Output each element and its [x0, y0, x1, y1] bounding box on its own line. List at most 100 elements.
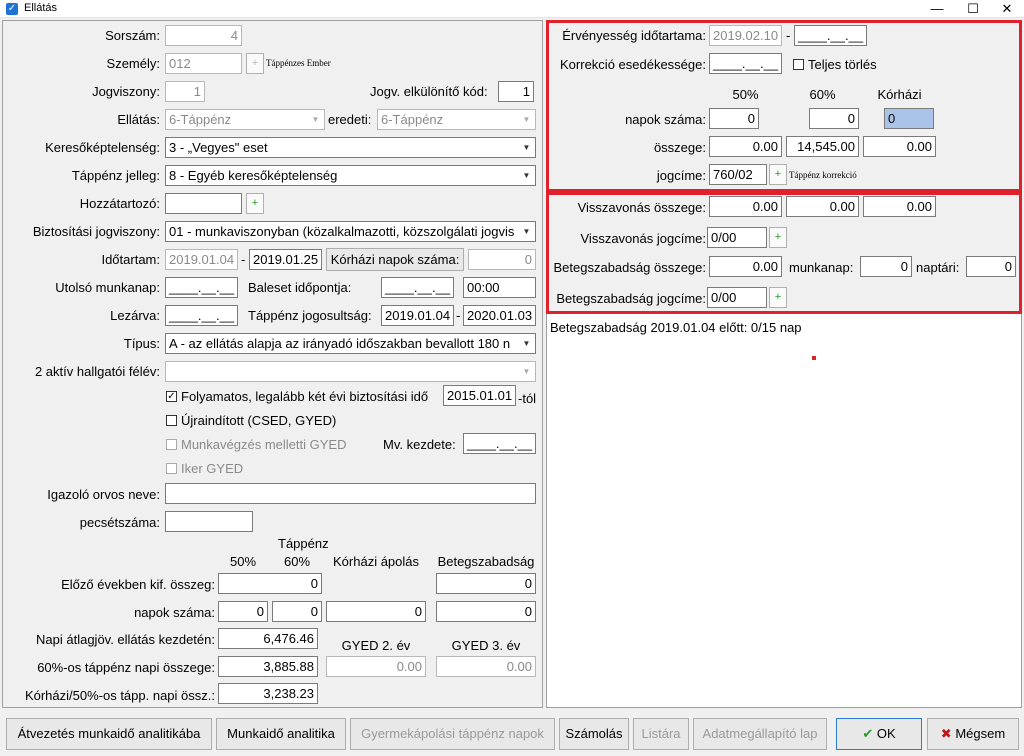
visszavonas-jogcime-field[interactable]: 0/00	[707, 227, 767, 248]
close-button[interactable]: ✕	[990, 0, 1024, 18]
folyamatos-date-field[interactable]: 2015.01.01	[443, 385, 516, 406]
biztositasi-select[interactable]: 01 - munkaviszonyban (közalkalmazotti, k…	[165, 221, 536, 242]
visszavonas-50-field[interactable]: 0.00	[709, 196, 782, 217]
tappenz-jogosultsag-label: Táppénz jogosultság:	[248, 308, 372, 323]
ok-button[interactable]: ✔ OK	[836, 718, 922, 750]
jogv-kod-field[interactable]: 1	[498, 81, 534, 102]
tappenz-jelleg-label: Táppénz jelleg:	[71, 168, 160, 183]
napi-atlag-field[interactable]: 6,476.46	[218, 628, 318, 649]
idotartam-to-field[interactable]: 2019.01.25	[249, 249, 322, 270]
korhazi50-field[interactable]: 3,238.23	[218, 683, 318, 704]
munkavegzes-checkbox[interactable]	[166, 439, 177, 450]
korhazi-napok-button[interactable]: Kórházi napok száma:	[326, 248, 464, 271]
visszavonas-60-field[interactable]: 0.00	[786, 196, 859, 217]
beteg-jogcime-field[interactable]: 0/00	[707, 287, 767, 308]
jogcime-field[interactable]: 760/02	[709, 164, 767, 185]
adatmegallapito-button[interactable]: Adatmegállapító lap	[693, 718, 827, 750]
folyamatos-checkbox[interactable]: ✓	[166, 391, 177, 402]
gyed2-field[interactable]: 0.00	[326, 656, 426, 677]
jogcime-link[interactable]: Táppénz korrekció	[789, 170, 857, 180]
hozzatartozo-field[interactable]	[165, 193, 242, 214]
jogviszony-field[interactable]: 1	[165, 81, 205, 102]
jogcime-lookup-button[interactable]: +	[769, 164, 787, 185]
title-bar: ✓ Ellátás — ☐ ✕	[0, 0, 1024, 18]
utolso-munkanap-label: Utolsó munkanap:	[55, 280, 160, 295]
beteg-jogcime-button[interactable]: +	[769, 287, 787, 308]
baleset-date-field[interactable]: ____.__.__	[381, 277, 454, 298]
ervenyesseg-from-field[interactable]: 2019.02.10	[709, 25, 782, 46]
napok-60-field[interactable]: 0	[272, 601, 322, 622]
szemely-lookup-button[interactable]: +	[246, 53, 264, 74]
visszavonas-korhazi-field[interactable]: 0.00	[863, 196, 936, 217]
baleset-time-field[interactable]: 00:00	[463, 277, 536, 298]
listara-button[interactable]: Listára	[633, 718, 689, 750]
jogosultsag-from-field[interactable]: 2019.01.04	[381, 305, 454, 326]
napok-label-right: napok száma:	[625, 112, 706, 127]
iker-checkbox[interactable]	[166, 463, 177, 474]
idotartam-from-field[interactable]: 2019.01.04	[165, 249, 238, 270]
keresokept-select[interactable]: 3 - „Vegyes" eset ▼	[165, 137, 536, 158]
elozo-beteg-field[interactable]: 0	[436, 573, 536, 594]
beteg-osszege-field[interactable]: 0.00	[709, 256, 782, 277]
teljes-torles-checkbox[interactable]	[793, 59, 804, 70]
betegszabadsag-header: Betegszabadság	[437, 554, 535, 569]
folyamatos-label: Folyamatos, legalább két évi biztosítási…	[181, 389, 429, 404]
ervenyesseg-to-field[interactable]: ____.__.__	[794, 25, 867, 46]
mv-kezdete-field[interactable]: ____.__.__	[463, 433, 536, 454]
tappenz-header: Táppénz	[278, 536, 329, 551]
ellatas-label: Ellátás:	[117, 112, 160, 127]
szemely-link[interactable]: Táppénzes Ember	[266, 58, 331, 68]
szamolas-button[interactable]: Számolás	[559, 718, 629, 750]
ellatas-select[interactable]: 6-Táppénz ▼	[165, 109, 325, 130]
ujrainditott-checkbox[interactable]	[166, 415, 177, 426]
sorszam-field[interactable]: 4	[165, 25, 242, 46]
checkmark-icon: ✔	[862, 726, 874, 741]
idotartam-separator: -	[241, 252, 246, 267]
napok-50-field[interactable]: 0	[218, 601, 268, 622]
jogcime-label: jogcíme:	[656, 168, 706, 183]
igazolo-field[interactable]	[165, 483, 536, 504]
jogosultsag-to-field[interactable]: 2020.01.03	[463, 305, 536, 326]
korrekcio-field[interactable]: ____.__.__	[709, 53, 782, 74]
munkavegzes-label: Munkavégzés melletti GYED	[181, 437, 347, 452]
gyermekapolasi-button[interactable]: Gyermekápolási táppénz napok	[350, 718, 555, 750]
gyed3-field[interactable]: 0.00	[436, 656, 536, 677]
osszege-korhazi-field[interactable]: 0.00	[863, 136, 936, 157]
chevron-down-icon: ▼	[522, 171, 531, 180]
col-60-header: 60%	[283, 554, 311, 569]
korhazi-napok-field[interactable]: 0	[468, 249, 536, 270]
naptari-field[interactable]: 0	[966, 256, 1016, 277]
szemely-field[interactable]: 012	[165, 53, 242, 74]
osszege-50-field[interactable]: 0.00	[709, 136, 782, 157]
eredeti-select[interactable]: 6-Táppénz ▼	[377, 109, 536, 130]
keresokept-label: Keresőképtelenség:	[45, 140, 160, 155]
tipus-label: Típus:	[123, 336, 160, 351]
napok-60-right-field[interactable]: 0	[809, 108, 859, 129]
visszavonas-jogcime-button[interactable]: +	[769, 227, 787, 248]
napok-korhazi-field[interactable]: 0	[326, 601, 426, 622]
hozzatartozo-add-button[interactable]: +	[246, 193, 264, 214]
megsem-button[interactable]: ✖ Mégsem	[927, 718, 1019, 750]
munkanap-field[interactable]: 0	[860, 256, 912, 277]
hallgatoi-select[interactable]: ▼	[165, 361, 536, 382]
napi60-field[interactable]: 3,885.88	[218, 656, 318, 677]
munkaido-analitika-button[interactable]: Munkaidő analitika	[216, 718, 346, 750]
minimize-button[interactable]: —	[920, 0, 954, 18]
teljes-torles-label: Teljes törlés	[808, 57, 877, 72]
lezarva-field[interactable]: ____.__.__	[165, 305, 238, 326]
maximize-button[interactable]: ☐	[956, 0, 990, 18]
chevron-down-icon: ▼	[522, 115, 531, 124]
napok-korhazi-right-field[interactable]: 0	[884, 108, 934, 129]
atvezetes-button[interactable]: Átvezetés munkaidő analitikába	[6, 718, 212, 750]
tipus-select[interactable]: A - az ellátás alapja az irányadó idősza…	[165, 333, 536, 354]
tappenz-jelleg-select[interactable]: 8 - Egyéb keresőképtelenség ▼	[165, 165, 536, 186]
pecset-field[interactable]	[165, 511, 253, 532]
elozo-tappenz-field[interactable]: 0	[218, 573, 322, 594]
tipus-value: A - az ellátás alapja az irányadó idősza…	[169, 336, 511, 351]
chevron-down-icon: ▼	[311, 115, 320, 124]
napok-beteg-field[interactable]: 0	[436, 601, 536, 622]
megsem-label: Mégsem	[955, 726, 1006, 741]
napok-50-right-field[interactable]: 0	[709, 108, 759, 129]
utolso-munkanap-field[interactable]: ____.__.__	[165, 277, 238, 298]
osszege-60-field[interactable]: 14,545.00	[786, 136, 859, 157]
